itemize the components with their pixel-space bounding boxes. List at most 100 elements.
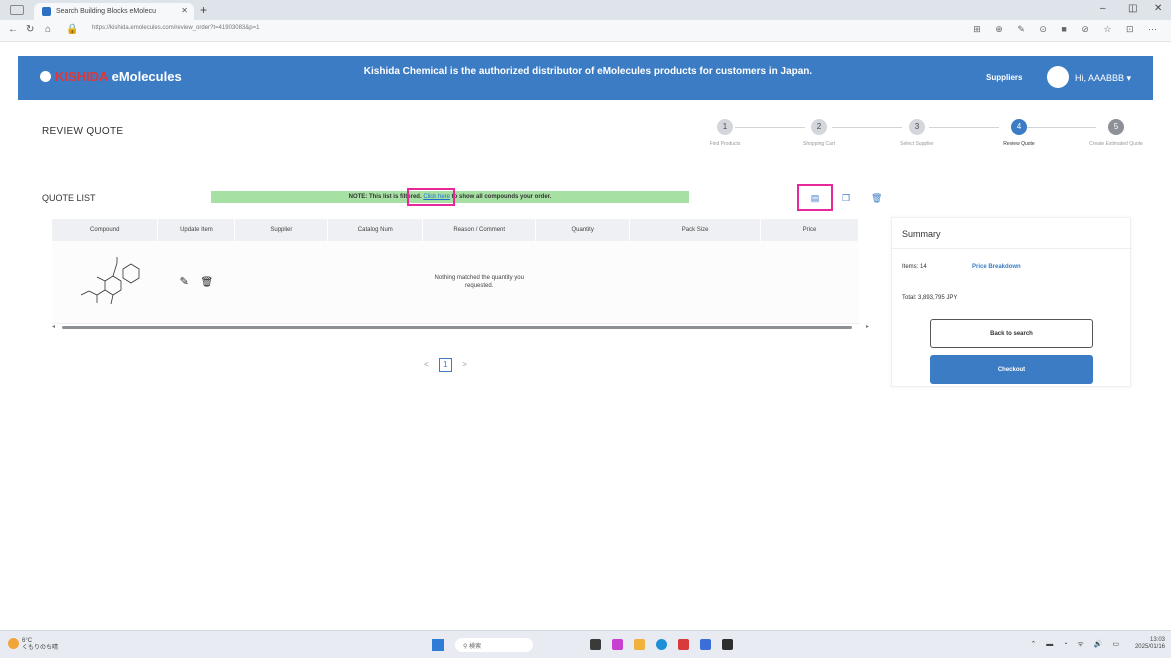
compound-structure[interactable] — [52, 241, 158, 324]
step-label: Find Products — [709, 141, 741, 147]
prev-page-button[interactable]: < — [424, 360, 429, 369]
total-price: Total: 3,893,795 JPY — [902, 295, 958, 301]
weather-desc: くもりのち晴 — [22, 645, 59, 651]
home-icon[interactable]: ⌂ — [45, 24, 51, 35]
quantity-cell — [535, 241, 630, 324]
highlight-box — [797, 184, 833, 211]
delete-all-icon[interactable]: 🗑 — [871, 193, 882, 203]
col-supplier: Supplier — [234, 219, 329, 241]
step-label: Shopping Cart — [803, 141, 835, 147]
suppliers-link[interactable]: Suppliers — [986, 73, 1022, 82]
browser-extension-icons[interactable]: ⊞ ⊕ ✎ ⊙ ■ ⊘ ☆ ⊡ ⋯ — [973, 24, 1163, 35]
user-greeting: Hi, AAABBB — [1075, 73, 1125, 83]
lock-icon: 🔒 — [66, 24, 79, 35]
col-pack-size: Pack Size — [629, 219, 762, 241]
distributor-banner: Kishida Chemical is the authorized distr… — [363, 66, 813, 77]
maximize-icon[interactable]: ◫ — [1128, 3, 1137, 14]
logo[interactable]: KISHIDA eMolecules — [40, 69, 182, 84]
minimize-icon[interactable]: – — [1100, 3, 1106, 14]
weather-icon[interactable] — [8, 638, 19, 649]
address-bar: ← ↻ ⌂ 🔒 https://kishida.emolecules.com/r… — [0, 20, 1171, 42]
start-icon[interactable] — [432, 639, 444, 651]
step-find-products: 1 Find Products — [685, 119, 765, 147]
step-number: 1 — [717, 119, 733, 135]
store-icon[interactable] — [700, 639, 711, 650]
terminal-icon[interactable] — [722, 639, 733, 650]
horizontal-scrollbar[interactable]: ◂ ▸ — [52, 324, 872, 330]
table-row: ✎ 🗑 Nothing matched the quantity you req… — [52, 241, 859, 324]
step-review-quote: 4 Review Quote — [979, 119, 1059, 147]
close-tab-icon[interactable]: ✕ — [181, 6, 188, 15]
divider — [892, 248, 1132, 249]
url-input[interactable]: https://kishida.emolecules.com/review_or… — [92, 25, 259, 31]
col-update-item: Update Item — [157, 219, 236, 241]
price-breakdown-link[interactable]: Price Breakdown — [972, 264, 1021, 270]
col-compound: Compound — [52, 219, 159, 241]
file-explorer-icon[interactable] — [590, 639, 601, 650]
user-menu[interactable]: Hi, AAABBB ▾ — [1075, 73, 1131, 84]
page-1-button[interactable]: 1 — [438, 358, 452, 372]
update-item-cell: ✎ 🗑 — [157, 241, 235, 324]
quote-list-label: QUOTE LIST — [42, 193, 96, 203]
step-number: 2 — [811, 119, 827, 135]
browser-titlebar: Search Building Blocks eMolecu ✕ + – ◫ ✕ — [0, 0, 1171, 20]
taskbar-search[interactable]: ⚲ 検索 — [455, 638, 533, 652]
edit-icon[interactable]: ✎ — [180, 276, 189, 288]
refresh-icon[interactable]: ↻ — [26, 24, 34, 35]
system-tray-icons[interactable]: ⌃ ▬ ◔ ᯤ 🔊 ▭ — [1030, 640, 1123, 649]
copy-icon[interactable]: ❐ — [841, 193, 851, 203]
logo-brand: KISHIDA — [55, 69, 108, 84]
items-count: Items: 14 — [902, 264, 927, 270]
highlight-box — [407, 188, 455, 206]
logo-mark-icon — [40, 71, 51, 82]
weather-widget[interactable]: 6°C くもりのち晴 — [22, 638, 58, 652]
search-placeholder: 検索 — [469, 644, 482, 650]
folder-icon[interactable] — [634, 639, 645, 650]
step-shopping-cart: 2 Shopping Cart — [779, 119, 859, 147]
back-icon[interactable]: ← — [8, 24, 18, 35]
close-window-icon[interactable]: ✕ — [1154, 3, 1162, 14]
molecule-structure-icon — [80, 256, 140, 304]
next-page-button[interactable]: > — [462, 360, 467, 369]
summary-title: Summary — [902, 229, 941, 239]
browser-tab[interactable]: Search Building Blocks eMolecu ✕ — [34, 3, 194, 20]
chevron-down-icon: ▾ — [1126, 73, 1132, 83]
weather-temp: 6°C — [22, 638, 33, 644]
checkout-button[interactable]: Checkout — [930, 355, 1093, 384]
table-header-row: Compound Update Item Supplier Catalog Nu… — [52, 219, 859, 241]
clock[interactable]: 13:03 2025/01/16 — [1135, 637, 1165, 651]
tab-actions-icon[interactable] — [10, 5, 24, 15]
col-catalog-num: Catalog Num — [327, 219, 424, 241]
paint-icon[interactable] — [612, 639, 623, 650]
trash-icon[interactable]: 🗑 — [201, 277, 214, 288]
step-label: Select Supplier — [900, 141, 934, 147]
col-quantity: Quantity — [535, 219, 631, 241]
pagination: < 1 > — [424, 358, 467, 372]
avatar[interactable] — [1047, 66, 1069, 88]
summary-panel: Summary Items: 14 Price Breakdown Total:… — [891, 217, 1132, 387]
page-title: REVIEW QUOTE — [42, 126, 124, 137]
quote-table: Compound Update Item Supplier Catalog Nu… — [52, 219, 859, 324]
step-label: Create Estimated Quote — [1089, 141, 1143, 147]
pack-size-cell — [629, 241, 761, 324]
step-select-supplier: 3 Select Supplier — [877, 119, 957, 147]
price-cell — [760, 241, 859, 324]
edge-icon[interactable] — [656, 639, 667, 650]
scroll-left-icon[interactable]: ◂ — [52, 323, 55, 330]
office-icon[interactable] — [678, 639, 689, 650]
reason-cell: Nothing matched the quantity you request… — [422, 241, 536, 324]
app-header: KISHIDA eMolecules Kishida Chemical is t… — [18, 56, 1153, 100]
step-number: 4 — [1011, 119, 1027, 135]
scrollbar-thumb[interactable] — [62, 326, 852, 329]
step-number: 5 — [1108, 119, 1124, 135]
step-label: Review Quote — [1003, 141, 1035, 147]
favicon-icon — [42, 7, 51, 16]
new-tab-icon[interactable]: + — [200, 3, 207, 17]
tab-title: Search Building Blocks eMolecu — [56, 8, 156, 15]
back-to-search-button[interactable]: Back to search — [930, 319, 1093, 348]
note-text-after: to show all compounds your order. — [451, 194, 552, 200]
clock-date: 2025/01/16 — [1134, 644, 1165, 650]
step-number: 3 — [909, 119, 925, 135]
catalog-num-cell — [327, 241, 423, 324]
scroll-right-icon[interactable]: ▸ — [866, 323, 869, 330]
